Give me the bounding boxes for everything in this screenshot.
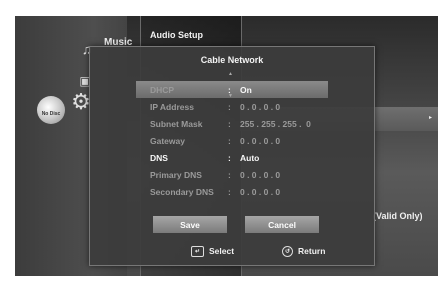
row-colon: : <box>228 136 231 146</box>
row-value: 0 . 0 . 0 . 0 <box>240 170 281 180</box>
return-icon: ↺ <box>282 245 293 257</box>
save-button[interactable]: Save <box>153 216 227 233</box>
cable-network-dialog: Cable Network ▲ DHCP : On ▼ IP Address :… <box>89 46 375 266</box>
chevron-right-icon: ▸ <box>428 115 432 121</box>
disc-status-label: No Disc <box>41 111 61 117</box>
row-secondary-dns[interactable]: Secondary DNS : 0 . 0 . 0 . 0 <box>136 183 328 200</box>
menu-item-audio-setup[interactable]: Audio Setup <box>150 30 203 40</box>
row-label: IP Address <box>150 102 194 112</box>
row-label: DHCP <box>150 85 175 95</box>
row-subnet-mask[interactable]: Subnet Mask : 255 . 255 . 255 . 0 <box>136 115 328 132</box>
enter-icon: ↵ <box>191 245 204 257</box>
row-label: Subnet Mask <box>150 119 203 129</box>
disc-icon: No Disc <box>37 96 65 124</box>
row-colon: : <box>228 170 231 180</box>
row-gateway[interactable]: Gateway : 0 . 0 . 0 . 0 <box>136 132 328 149</box>
row-value: 0 . 0 . 0 . 0 <box>240 187 281 197</box>
row-value: On <box>240 85 252 95</box>
footer-select-label: Select <box>209 246 235 256</box>
row-colon: : <box>228 153 231 163</box>
row-value: 0 . 0 . 0 . 0 <box>240 136 281 146</box>
row-primary-dns[interactable]: Primary DNS : 0 . 0 . 0 . 0 <box>136 166 328 183</box>
row-value: 0 . 0 . 0 . 0 <box>240 102 281 112</box>
row-colon: : <box>228 187 231 197</box>
row-value: Auto <box>240 153 260 163</box>
row-colon: : <box>228 119 231 129</box>
footer-return-hint: ↺ Return <box>282 244 325 258</box>
row-label: DNS <box>150 153 168 163</box>
background-note: (Valid Only) <box>373 211 423 221</box>
row-dns[interactable]: DNS : Auto <box>136 149 328 166</box>
cancel-button[interactable]: Cancel <box>245 216 319 233</box>
footer-return-label: Return <box>298 246 326 256</box>
row-label: Primary DNS <box>150 170 202 180</box>
footer-select-hint: ↵ Select <box>191 244 234 258</box>
row-label: Gateway <box>150 136 185 146</box>
row-ip-address[interactable]: IP Address : 0 . 0 . 0 . 0 <box>136 98 328 115</box>
row-value: 255 . 255 . 255 . 0 <box>240 119 311 129</box>
row-label: Secondary DNS <box>150 187 214 197</box>
dialog-title: Cable Network <box>200 55 264 65</box>
row-colon: : <box>228 102 231 112</box>
scroll-up-icon: ▲ <box>228 71 233 77</box>
